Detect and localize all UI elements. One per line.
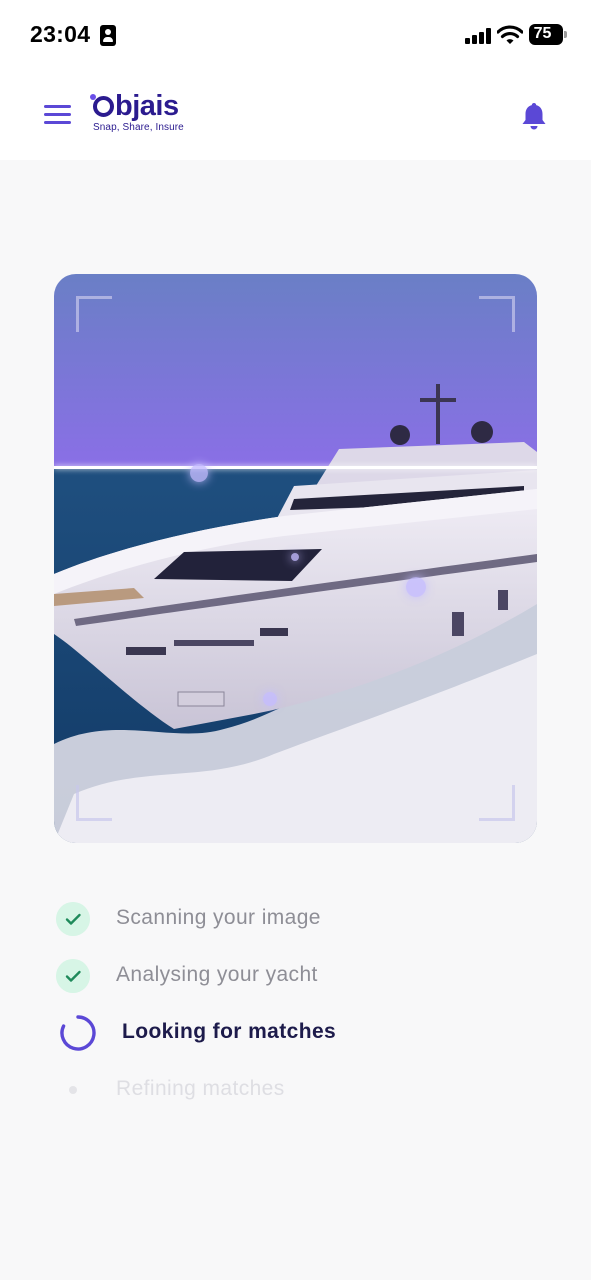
step-matching: Looking for matches bbox=[0, 1010, 591, 1056]
check-icon bbox=[56, 902, 90, 936]
scan-corner-bottom-left bbox=[76, 785, 112, 821]
app-logo[interactable]: bjais Snap, Share, Insure bbox=[90, 90, 203, 140]
status-time: 23:04 bbox=[30, 21, 91, 47]
logo-tagline: Snap, Share, Insure bbox=[93, 122, 184, 133]
scan-point bbox=[406, 577, 426, 597]
scan-point bbox=[190, 464, 208, 482]
scan-line bbox=[54, 466, 537, 469]
status-bar: 23:04 75 bbox=[0, 0, 591, 70]
notification-bell-icon[interactable] bbox=[520, 101, 548, 131]
logo-wordmark: bjais bbox=[90, 90, 203, 122]
scan-corner-top-right bbox=[479, 296, 515, 332]
scan-point bbox=[263, 692, 277, 706]
scan-corner-top-left bbox=[76, 296, 112, 332]
scan-corner-bottom-right bbox=[479, 785, 515, 821]
hamburger-menu-icon[interactable] bbox=[44, 105, 71, 125]
step-refining: Refining matches bbox=[0, 1067, 591, 1113]
battery-tip bbox=[564, 31, 567, 38]
pending-dot-icon bbox=[69, 1086, 77, 1094]
step-scanning: Scanning your image bbox=[0, 896, 591, 942]
step-label: Looking for matches bbox=[122, 1020, 337, 1043]
scan-image-frame bbox=[54, 274, 537, 843]
step-label: Analysing your yacht bbox=[116, 963, 318, 986]
scan-point bbox=[291, 553, 299, 561]
step-label: Refining matches bbox=[116, 1077, 285, 1100]
loading-spinner-icon bbox=[60, 1015, 96, 1051]
logo-text: bjais bbox=[115, 90, 179, 122]
app-header: bjais Snap, Share, Insure bbox=[0, 70, 591, 160]
battery-level: 75 bbox=[533, 25, 552, 42]
contact-card-icon bbox=[100, 25, 116, 46]
step-label: Scanning your image bbox=[116, 906, 321, 929]
logo-o-mark bbox=[90, 94, 114, 117]
cellular-signal-icon bbox=[465, 28, 491, 44]
check-icon bbox=[56, 959, 90, 993]
battery-icon: 75 bbox=[529, 24, 563, 45]
wifi-icon bbox=[497, 25, 523, 44]
step-analysing: Analysing your yacht bbox=[0, 953, 591, 999]
